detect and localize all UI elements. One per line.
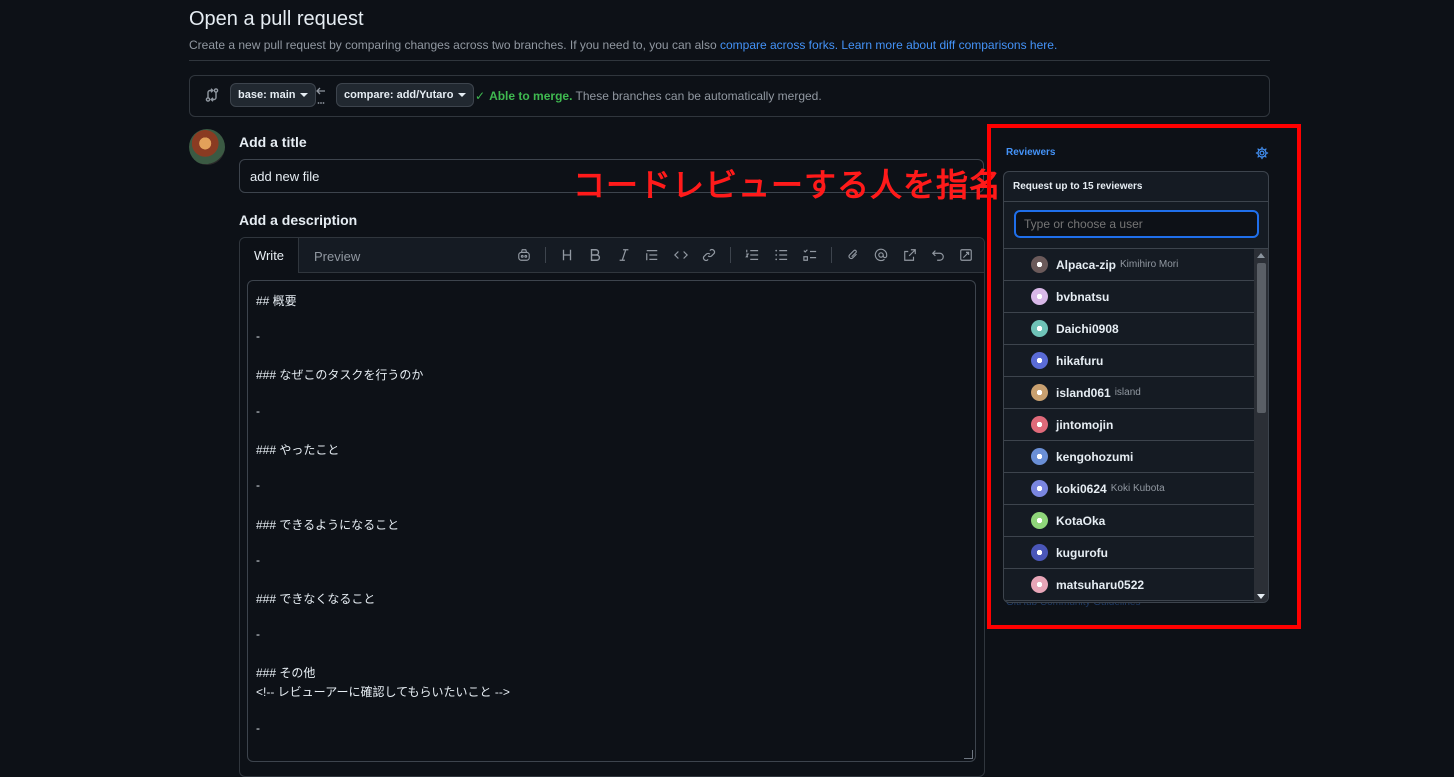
caret-down-icon [458, 93, 467, 97]
header-divider [189, 60, 1270, 61]
description-textarea[interactable]: ## 概要 - ### なぜこのタスクを行うのか - ### やったこと - #… [247, 280, 976, 762]
title-input-value: add new file [250, 168, 320, 184]
description-line: - [256, 329, 260, 343]
check-icon: ✓ [475, 89, 486, 103]
subtitle-text: Create a new pull request by comparing c… [189, 38, 720, 52]
description-line: <!-- レビューアーに確認してもらいたいこと --> [256, 685, 510, 699]
merge-status-label: Able to merge. [489, 89, 573, 103]
italic-icon[interactable] [615, 247, 633, 263]
description-line: ### なぜこのタスクを行うのか [256, 368, 424, 382]
description-line: - [256, 627, 260, 641]
ordered-list-icon[interactable] [743, 247, 761, 263]
description-line: - [256, 721, 260, 735]
markdown-editor: Write Preview ## 概要 - ### なぜこのタスクを行うのか -… [239, 237, 985, 777]
heading-icon[interactable] [558, 247, 576, 263]
copilot-icon[interactable] [515, 247, 533, 263]
description-line: ## 概要 [256, 294, 297, 308]
description-line: ### その他 [256, 666, 316, 680]
toolbar-divider [831, 247, 832, 263]
editor-header: Write Preview [240, 238, 984, 273]
description-label: Add a description [239, 212, 358, 228]
title-label: Add a title [239, 134, 307, 150]
description-line: - [256, 553, 260, 567]
description-line: ### できなくなること [256, 592, 376, 606]
page-title: Open a pull request [189, 8, 364, 30]
toolbar-divider [545, 247, 546, 263]
branch-compare-bar: base: main compare: add/Yutaro ✓ Able to … [189, 75, 1270, 117]
description-line: ### できるようになること [256, 518, 400, 532]
base-branch-label: base: main [238, 89, 296, 101]
code-icon[interactable] [672, 247, 690, 263]
bold-icon[interactable] [586, 247, 604, 263]
tab-write[interactable]: Write [240, 238, 299, 273]
task-list-icon[interactable] [801, 247, 819, 263]
unordered-list-icon[interactable] [772, 247, 790, 263]
description-line: - [256, 404, 260, 418]
annotation-text: コードレビューする人を指名 [573, 167, 1003, 203]
arrow-left-icon [315, 84, 327, 106]
base-branch-select[interactable]: base: main [230, 83, 317, 107]
description-line: ### やったこと [256, 443, 340, 457]
quote-icon[interactable] [643, 247, 661, 263]
compare-branch-label: compare: add/Yutaro [344, 89, 454, 101]
learn-more-link[interactable]: Learn more about diff comparisons here. [841, 38, 1057, 52]
compare-branch-select[interactable]: compare: add/Yutaro [336, 83, 475, 107]
compare-forks-link[interactable]: compare across forks. [720, 38, 838, 52]
avatar [189, 129, 225, 165]
attach-icon[interactable] [844, 247, 862, 263]
caret-down-icon [300, 93, 309, 97]
page-subtitle: Create a new pull request by comparing c… [189, 38, 1057, 52]
resize-handle[interactable] [964, 750, 973, 759]
mention-icon[interactable] [872, 247, 890, 263]
link-icon[interactable] [700, 247, 718, 263]
fullscreen-icon[interactable] [957, 247, 975, 263]
annotation-highlight-box [987, 124, 1301, 629]
tab-preview[interactable]: Preview [314, 249, 360, 264]
git-compare-icon [204, 87, 220, 103]
toolbar-divider [730, 247, 731, 263]
description-line: - [256, 478, 260, 492]
merge-status-message: These branches can be automatically merg… [575, 89, 822, 103]
reference-icon[interactable] [901, 247, 919, 263]
undo-icon[interactable] [929, 247, 947, 263]
merge-status: ✓ Able to merge. These branches can be au… [475, 89, 822, 103]
